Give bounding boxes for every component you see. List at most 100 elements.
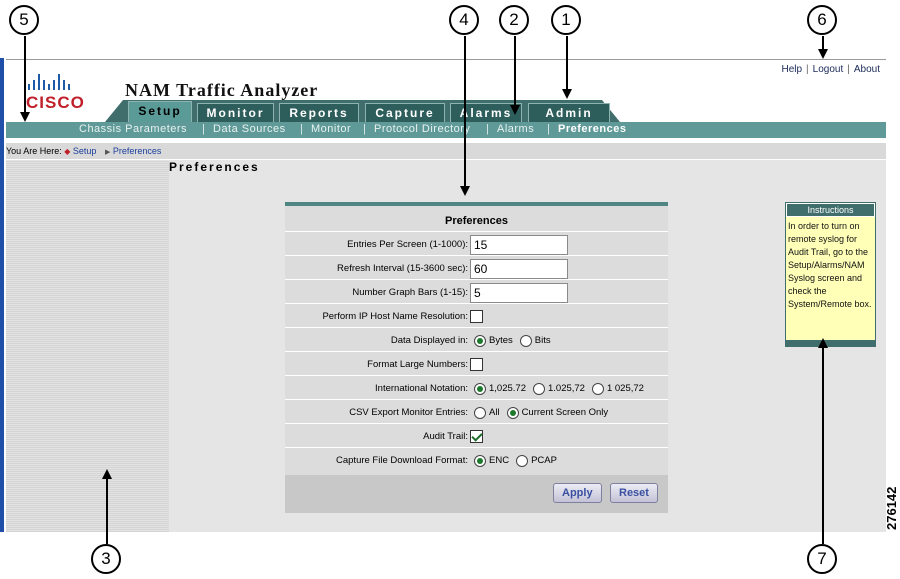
- audit-label: Audit Trail:: [423, 431, 468, 442]
- apply-button[interactable]: Apply: [553, 483, 602, 503]
- subnav-data-sources[interactable]: Data Sources: [213, 123, 286, 135]
- callout-5: 5: [9, 5, 39, 35]
- breadcrumb-setup[interactable]: Setup: [73, 146, 97, 156]
- instructions-text: In order to turn on remote syslog for Au…: [788, 221, 872, 309]
- figure-id: 276142: [884, 486, 899, 530]
- capture-enc-radio[interactable]: [474, 454, 486, 467]
- subnav-alarms[interactable]: Alarms: [497, 123, 534, 135]
- cisco-bars-icon: [28, 74, 88, 90]
- arrow-down-icon: [818, 49, 828, 59]
- chevron-right-icon: ▶: [104, 149, 111, 156]
- capture-row: Capture File Download Format: ENC PCAP: [285, 449, 668, 472]
- bytes-label: Bytes: [489, 335, 513, 346]
- data-label: Data Displayed in:: [390, 335, 468, 346]
- refresh-label: Refresh Interval (15-3600 sec):: [337, 263, 468, 274]
- callout-6: 6: [807, 5, 837, 35]
- callout-2: 2: [499, 5, 529, 35]
- capture-pcap-label: PCAP: [531, 455, 557, 466]
- arrow-up-icon: [818, 338, 828, 348]
- callout-4: 4: [449, 5, 479, 35]
- callout-6-line: [822, 36, 824, 50]
- instructions-panel: Instructions In order to turn on remote …: [785, 202, 876, 347]
- arrow-down-icon: [460, 186, 470, 196]
- intl-option-2-radio[interactable]: [532, 382, 545, 395]
- subnav-preferences[interactable]: Preferences: [558, 123, 627, 135]
- instructions-footer: [786, 340, 875, 346]
- csv-label: CSV Export Monitor Entries:: [349, 407, 468, 418]
- help-link[interactable]: Help: [781, 64, 802, 75]
- csv-row: CSV Export Monitor Entries: All Current …: [285, 401, 668, 424]
- ip-label: Perform IP Host Name Resolution:: [322, 311, 468, 322]
- callout-7-line: [822, 348, 824, 544]
- callout-7: 7: [807, 544, 837, 574]
- left-panel: [6, 160, 169, 532]
- subnav-chassis-parameters[interactable]: Chassis Parameters: [79, 123, 187, 135]
- breadcrumb-preferences[interactable]: Preferences: [113, 146, 162, 156]
- tab-capture[interactable]: Capture: [365, 103, 445, 123]
- cisco-logo: cisco: [26, 74, 88, 112]
- tab-monitor[interactable]: Monitor: [197, 103, 274, 123]
- entries-input[interactable]: 15: [470, 234, 568, 255]
- logout-link[interactable]: Logout: [813, 64, 844, 75]
- ip-resolution-checkbox[interactable]: [470, 310, 483, 323]
- format-label: Format Large Numbers:: [367, 359, 468, 370]
- header-divider: [6, 59, 886, 60]
- button-bar: Apply Reset: [285, 475, 668, 513]
- window-edge: [0, 58, 4, 532]
- bits-label: Bits: [534, 335, 551, 346]
- form-title: Preferences: [285, 210, 668, 232]
- format-row: Format Large Numbers:: [285, 353, 668, 376]
- callout-2-line: [514, 36, 516, 106]
- bars-input[interactable]: 5: [470, 282, 568, 303]
- ip-row: Perform IP Host Name Resolution:: [285, 305, 668, 328]
- capture-enc-label: ENC: [489, 455, 510, 466]
- refresh-input[interactable]: 60: [470, 258, 568, 279]
- app-title: NAM Traffic Analyzer: [125, 80, 319, 100]
- csv-all-label: All: [489, 407, 500, 418]
- entries-row: Entries Per Screen (1-1000): 15: [285, 233, 668, 256]
- refresh-row: Refresh Interval (15-3600 sec): 60: [285, 257, 668, 280]
- intl-row: International Notation: 1,025.72 1.025,7…: [285, 377, 668, 400]
- callout-3-line: [106, 479, 108, 544]
- csv-all-radio[interactable]: [474, 406, 486, 419]
- format-large-numbers-checkbox[interactable]: [470, 358, 483, 371]
- bars-label: Number Graph Bars (1-15):: [352, 287, 468, 298]
- bytes-radio[interactable]: [474, 334, 486, 347]
- subnav-bar: Chassis Parameters | Data Sources | Moni…: [6, 122, 886, 138]
- intl-option-1-label: 1,025.72: [489, 383, 526, 394]
- entries-label: Entries Per Screen (1-1000):: [347, 239, 468, 250]
- arrow-up-icon: [102, 469, 112, 479]
- intl-label: International Notation:: [375, 383, 468, 394]
- diamond-icon: ◆: [64, 147, 71, 156]
- bits-radio[interactable]: [519, 334, 532, 347]
- callout-4-line: [464, 36, 466, 187]
- subnav-protocol-directory[interactable]: Protocol Directory: [374, 123, 470, 135]
- intl-option-3-label: 1 025,72: [606, 383, 644, 394]
- audit-trail-checkbox[interactable]: [470, 430, 483, 443]
- capture-label: Capture File Download Format:: [336, 455, 468, 466]
- breadcrumb-label: You Are Here:: [6, 146, 62, 156]
- arrow-down-icon: [510, 105, 520, 115]
- data-row: Data Displayed in: Bytes Bits: [285, 329, 668, 352]
- subnav-monitor[interactable]: Monitor: [311, 123, 351, 135]
- intl-option-3-radio[interactable]: [591, 382, 604, 395]
- reset-button[interactable]: Reset: [610, 483, 658, 503]
- logo-wordmark: cisco: [26, 93, 85, 112]
- capture-pcap-radio[interactable]: [516, 454, 529, 467]
- intl-option-2-label: 1.025,72: [547, 383, 585, 394]
- intl-option-1-radio[interactable]: [474, 382, 486, 395]
- tab-setup[interactable]: Setup: [128, 101, 192, 123]
- page-title: Preferences: [169, 160, 260, 174]
- tab-reports[interactable]: Reports: [279, 103, 359, 123]
- tab-admin[interactable]: Admin: [528, 103, 610, 123]
- arrow-down-icon: [562, 89, 572, 99]
- arrow-down-icon: [20, 112, 30, 122]
- csv-current-radio[interactable]: [506, 406, 519, 419]
- audit-row: Audit Trail:: [285, 425, 668, 448]
- preferences-form: Preferences Entries Per Screen (1-1000):…: [285, 202, 668, 513]
- callout-3: 3: [91, 544, 121, 574]
- about-link[interactable]: About: [854, 64, 880, 75]
- top-links: Help | Logout | About: [781, 64, 880, 75]
- csv-current-label: Current Screen Only: [521, 407, 609, 418]
- breadcrumb: You Are Here: ◆ Setup ▶ Preferences: [6, 143, 886, 159]
